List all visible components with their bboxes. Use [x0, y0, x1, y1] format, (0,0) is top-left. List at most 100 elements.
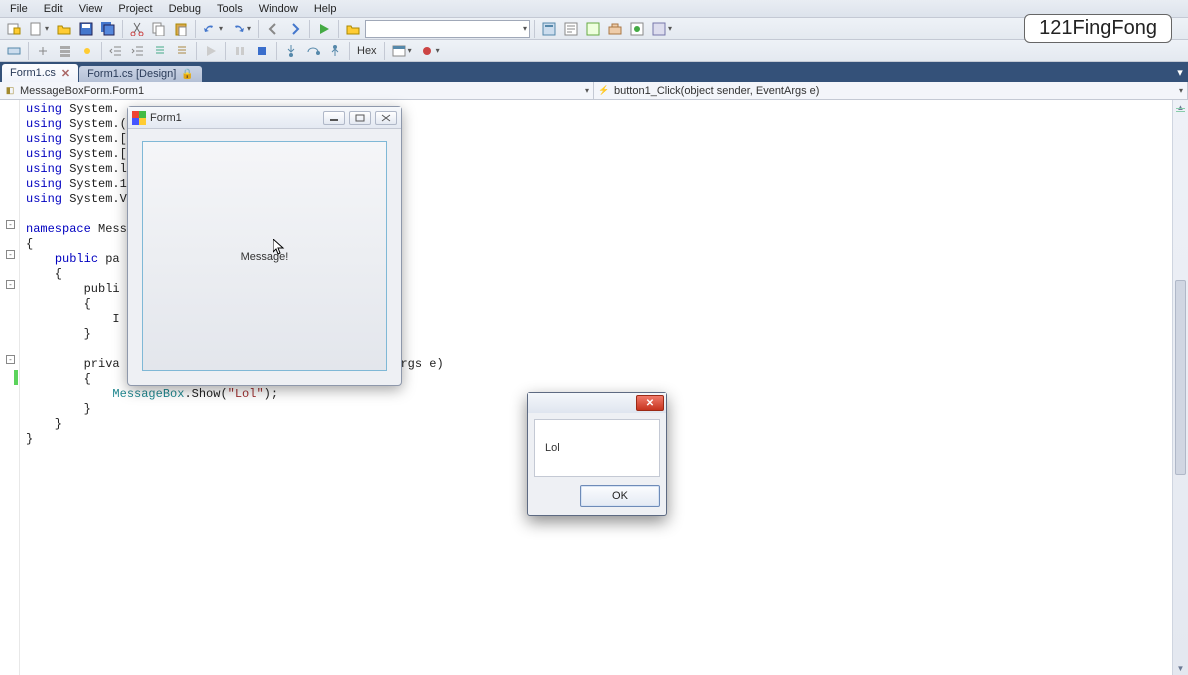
redo-dropdown[interactable]: ▾: [228, 19, 254, 39]
menu-bar: File Edit View Project Debug Tools Windo…: [0, 0, 1188, 18]
indent-button[interactable]: [128, 41, 148, 61]
step-out-button[interactable]: [325, 41, 345, 61]
thread-button[interactable]: [33, 41, 53, 61]
menu-file[interactable]: File: [2, 2, 36, 16]
copy-button[interactable]: [149, 19, 169, 39]
nav-fwd-button[interactable]: [285, 19, 305, 39]
new-file-icon: [29, 22, 43, 36]
save-all-button[interactable]: [98, 19, 118, 39]
cut-button[interactable]: [127, 19, 147, 39]
stop-debug-button[interactable]: [252, 41, 272, 61]
undo-dropdown[interactable]: ▾: [200, 19, 226, 39]
class-selector[interactable]: ◧ MessageBoxForm.Form1 ▾: [0, 82, 594, 99]
toolbar-separator: [28, 42, 29, 60]
new-project-icon: [7, 22, 21, 36]
toolbar-separator: [309, 20, 310, 38]
menu-view[interactable]: View: [71, 2, 111, 16]
tab-form1-cs[interactable]: Form1.cs ✕: [2, 64, 78, 82]
comment-button[interactable]: [150, 41, 170, 61]
undo-icon: [203, 22, 217, 36]
menu-help[interactable]: Help: [306, 2, 345, 16]
menu-project[interactable]: Project: [110, 2, 160, 16]
open-button[interactable]: [54, 19, 74, 39]
toolbox-button[interactable]: [605, 19, 625, 39]
outline-toggle-icon[interactable]: -: [6, 220, 15, 229]
form1-titlebar[interactable]: Form1: [128, 107, 401, 129]
document-tab-bar: Form1.cs ✕ Form1.cs [Design] 🔒 ▾: [0, 62, 1188, 82]
process-list-button[interactable]: [4, 41, 24, 61]
messagebox-titlebar[interactable]: ✕: [528, 393, 666, 413]
outline-toggle-icon[interactable]: -: [6, 250, 15, 259]
class-icon: ◧: [4, 85, 16, 97]
properties-button[interactable]: [561, 19, 581, 39]
output-window-dropdown[interactable]: ▾: [389, 41, 415, 61]
tab-form1-design[interactable]: Form1.cs [Design] 🔒: [79, 66, 202, 82]
comment-icon: [153, 44, 167, 58]
continue-button[interactable]: [201, 41, 221, 61]
chevron-down-icon: ▾: [585, 86, 589, 95]
code-navigation-bar: ◧ MessageBoxForm.Form1 ▾ ⚡ button1_Click…: [0, 82, 1188, 100]
find-in-files-button[interactable]: [343, 19, 363, 39]
watermark: 121FingFong: [1024, 14, 1172, 43]
vertical-scrollbar[interactable]: ▲ ▼: [1172, 100, 1188, 675]
folder-open-icon: [57, 22, 71, 36]
messagebox-close-button[interactable]: ✕: [636, 395, 664, 411]
ok-button[interactable]: OK: [580, 485, 660, 507]
new-project-button[interactable]: [4, 19, 24, 39]
menu-debug[interactable]: Debug: [161, 2, 209, 16]
minimize-button[interactable]: [323, 111, 345, 125]
toolbar-separator: [258, 20, 259, 38]
lock-icon: 🔒: [181, 69, 193, 80]
start-button[interactable]: [314, 19, 334, 39]
messagebox-text: Lol: [545, 442, 560, 454]
thread-icon: [36, 44, 50, 58]
cut-icon: [130, 22, 144, 36]
outdent-button[interactable]: [106, 41, 126, 61]
menu-edit[interactable]: Edit: [36, 2, 71, 16]
start-page-button[interactable]: [627, 19, 647, 39]
close-button[interactable]: [375, 111, 397, 125]
minimize-icon: [329, 114, 339, 122]
break-all-button[interactable]: [230, 41, 250, 61]
breakpoints-dropdown[interactable]: ▾: [417, 41, 443, 61]
pause-icon: [234, 45, 246, 57]
close-icon: [381, 114, 391, 122]
tab-close-icon[interactable]: ✕: [61, 67, 70, 80]
menu-tools[interactable]: Tools: [209, 2, 251, 16]
mouse-cursor-icon: [273, 239, 285, 257]
form1-window: Form1 Message!: [127, 106, 402, 386]
save-button[interactable]: [76, 19, 96, 39]
maximize-button[interactable]: [349, 111, 371, 125]
messagebox-footer: OK: [534, 485, 660, 507]
object-browser-button[interactable]: [583, 19, 603, 39]
step-into-button[interactable]: [281, 41, 301, 61]
extension-manager-dropdown[interactable]: ▾: [649, 19, 675, 39]
stack-frame-button[interactable]: [55, 41, 75, 61]
uncomment-button[interactable]: [172, 41, 192, 61]
outline-toggle-icon[interactable]: -: [6, 355, 15, 364]
form1-client-area: Message!: [142, 141, 387, 371]
solution-explorer-button[interactable]: [539, 19, 559, 39]
paste-button[interactable]: [171, 19, 191, 39]
scrollbar-thumb[interactable]: [1175, 280, 1186, 475]
process-icon: [7, 44, 21, 58]
redo-icon: [231, 22, 245, 36]
step-into-icon: [284, 44, 298, 58]
stack-icon: [58, 44, 72, 58]
form1-title-text: Form1: [150, 112, 182, 124]
statement-button[interactable]: [77, 41, 97, 61]
step-over-button[interactable]: [303, 41, 323, 61]
messagebox-dialog: ✕ Lol OK: [527, 392, 667, 516]
member-selector[interactable]: ⚡ button1_Click(object sender, EventArgs…: [594, 82, 1188, 99]
scroll-down-icon[interactable]: ▼: [1173, 661, 1188, 675]
new-file-dropdown[interactable]: ▾: [26, 19, 52, 39]
outline-toggle-icon[interactable]: -: [6, 280, 15, 289]
find-combo[interactable]: ▾: [365, 20, 530, 38]
menu-window[interactable]: Window: [251, 2, 306, 16]
nav-back-button[interactable]: [263, 19, 283, 39]
tab-overflow[interactable]: ▾: [1172, 62, 1188, 82]
statement-icon: [80, 44, 94, 58]
save-icon: [79, 22, 93, 36]
split-handle-icon[interactable]: [1176, 108, 1185, 112]
toolbox-icon: [608, 22, 622, 36]
